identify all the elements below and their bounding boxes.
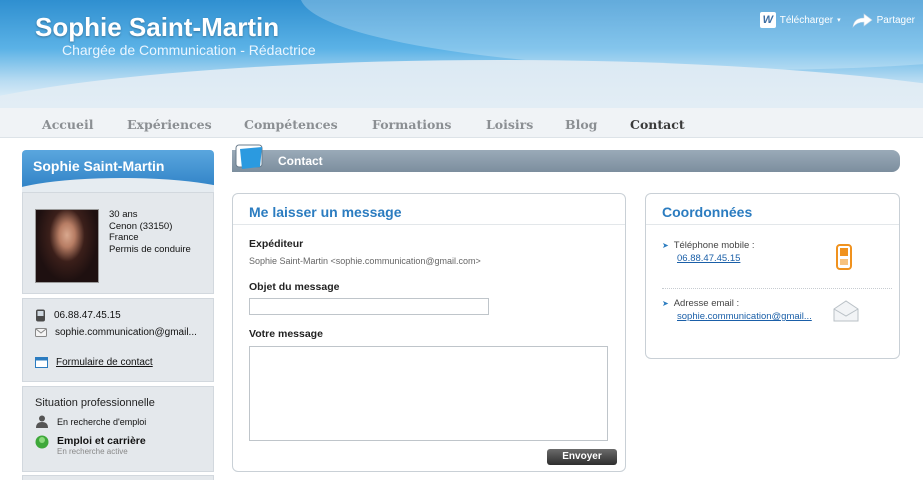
coord-email-value[interactable]: sophie.communication@gmail...: [677, 311, 812, 322]
arrow-right-icon: ➤: [662, 241, 669, 250]
coord-phone-row: ➤ Téléphone mobile : 06.88.47.45.15: [662, 240, 755, 264]
situation-status-row: En recherche d'emploi: [35, 415, 146, 428]
sidebar-email[interactable]: sophie.communication@gmail...: [55, 327, 197, 338]
situation-job-sub: En recherche active: [57, 447, 128, 456]
contact-form-link[interactable]: Formulaire de contact: [56, 357, 153, 368]
section-header: Contact: [232, 150, 900, 172]
subject-label: Objet du message: [249, 281, 340, 293]
nav-item-competences[interactable]: Compétences: [244, 117, 338, 132]
sidebar-email-row: sophie.communication@gmail...: [35, 327, 197, 338]
download-label: Télécharger: [779, 14, 834, 26]
site-header: Sophie Saint-Martin Chargée de Communica…: [0, 0, 923, 108]
situation-job-title: Emploi et carrière: [57, 435, 146, 447]
send-button[interactable]: Envoyer: [547, 449, 617, 465]
profile-details: 30 ans Cenon (33150) France Permis de co…: [109, 209, 191, 255]
main-nav: Accueil Expériences Compétences Formatio…: [0, 108, 923, 138]
share-arrow-icon: [852, 13, 873, 28]
nav-item-accueil[interactable]: Accueil: [42, 117, 93, 132]
situation-status: En recherche d'emploi: [57, 416, 147, 427]
arrow-right-icon: ➤: [662, 299, 669, 308]
sidebar-contact: 06.88.47.45.15 sophie.communication@gmai…: [22, 298, 214, 382]
message-form-card: Me laisser un message Expéditeur Sophie …: [232, 193, 626, 472]
profile-city: Cenon (33150): [109, 220, 173, 232]
coordinates-title: Coordonnées: [662, 204, 753, 220]
title-divider: [646, 224, 899, 225]
header-subtitle: Chargée de Communication - Rédactrice: [62, 42, 316, 58]
coordinates-card: Coordonnées ➤ Téléphone mobile : 06.88.47…: [645, 193, 900, 359]
coord-email-label: Adresse email :: [673, 298, 740, 309]
sender-label: Expéditeur: [249, 238, 304, 250]
chevron-down-icon: ▾: [837, 17, 841, 24]
envelope-icon: [833, 300, 859, 322]
subject-input[interactable]: [249, 298, 489, 315]
page: Sophie Saint-Martin Chargée de Communica…: [0, 0, 923, 480]
message-label: Votre message: [249, 328, 323, 340]
email-icon: [35, 328, 47, 337]
sidebar-title: Sophie Saint-Martin: [22, 150, 214, 192]
coord-email-row: ➤ Adresse email : sophie.communication@gm…: [662, 298, 812, 322]
sidebar-situation: Situation professionnelle En recherche d…: [22, 386, 214, 472]
profile-age: 30 ans: [109, 209, 138, 220]
mobile-phone-icon: [836, 244, 852, 270]
header-actions: W Télécharger ▾ Partager: [759, 12, 915, 28]
share-button[interactable]: Partager: [851, 12, 915, 28]
coord-divider: [662, 288, 892, 289]
situation-title: Situation professionnelle: [35, 397, 155, 409]
share-label: Partager: [876, 14, 915, 26]
profile-country: France: [109, 232, 139, 243]
contact-form-link-row[interactable]: Formulaire de contact: [35, 357, 153, 368]
header-wave-decoration: [300, 0, 923, 70]
nav-item-formations[interactable]: Formations: [372, 117, 451, 132]
download-button[interactable]: W Télécharger ▾: [759, 12, 841, 28]
sidebar-phone: 06.88.47.45.15: [54, 310, 121, 321]
coord-phone-value[interactable]: 06.88.47.45.15: [677, 253, 755, 264]
green-status-icon: [35, 435, 49, 449]
person-icon: [36, 415, 48, 428]
sidebar-profile: 30 ans Cenon (33150) France Permis de co…: [22, 192, 214, 294]
sidebar-phone-row: 06.88.47.45.15: [35, 309, 121, 322]
form-icon: [35, 357, 48, 368]
sidebar-next-box: [22, 475, 214, 480]
nav-item-experiences[interactable]: Expériences: [127, 117, 212, 132]
profile-license: Permis de conduire: [109, 243, 191, 255]
section-title: Contact: [278, 154, 323, 168]
header-name: Sophie Saint-Martin: [35, 12, 280, 42]
profile-photo: [35, 209, 99, 283]
message-textarea[interactable]: [249, 346, 608, 441]
sender-value: Sophie Saint-Martin <sophie.communicatio…: [249, 256, 481, 266]
coord-phone-label: Téléphone mobile :: [673, 240, 755, 251]
nav-item-loisirs[interactable]: Loisirs: [486, 117, 533, 132]
message-form-title: Me laisser un message: [249, 204, 402, 220]
title-divider: [233, 224, 625, 225]
situation-job-row: Emploi et carrière En recherche active: [35, 435, 146, 456]
nav-item-contact[interactable]: Contact: [630, 117, 685, 132]
word-document-icon: W: [759, 12, 776, 28]
phone-icon: [36, 309, 45, 322]
sidebar-title-text: Sophie Saint-Martin: [33, 158, 165, 174]
contact-card-icon: [235, 144, 263, 169]
nav-item-blog[interactable]: Blog: [565, 117, 597, 132]
